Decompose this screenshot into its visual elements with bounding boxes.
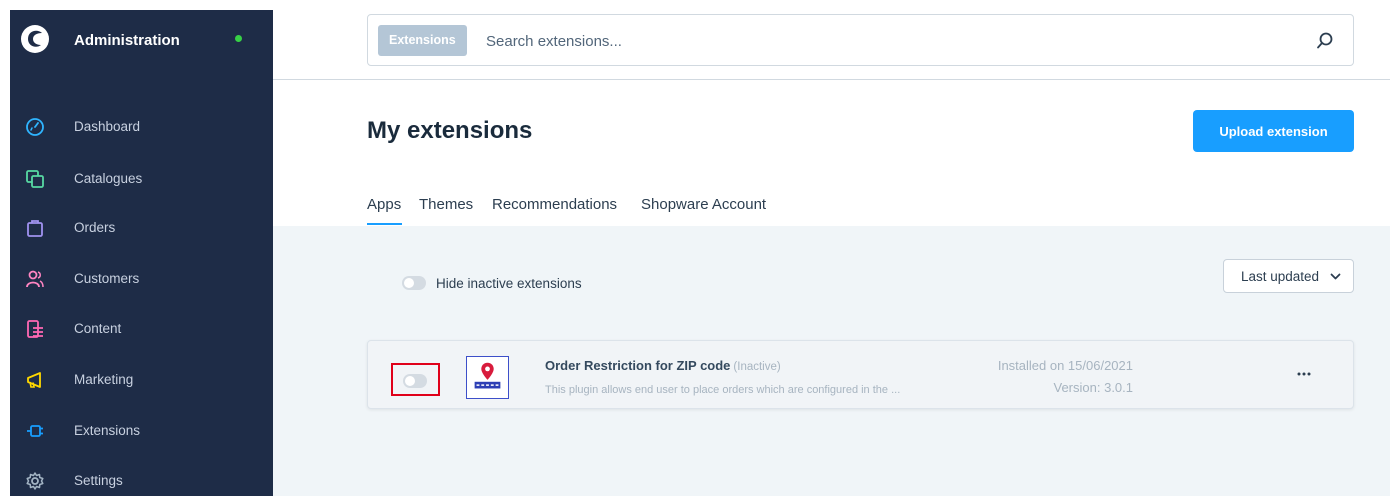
- sidebar-item-marketing[interactable]: Marketing: [10, 362, 273, 398]
- upload-extension-button[interactable]: Upload extension: [1193, 110, 1354, 152]
- extension-thumbnail-icon: [466, 356, 509, 399]
- sidebar-item-content[interactable]: Content: [10, 311, 273, 347]
- extension-version: Version: 3.0.1: [1053, 380, 1134, 395]
- sidebar-header: Administration: [10, 10, 273, 72]
- tab-shopware-account[interactable]: Shopware Account: [641, 196, 766, 213]
- sidebar-item-label: Dashboard: [74, 119, 141, 134]
- sidebar-item-orders[interactable]: Orders: [10, 210, 273, 246]
- hide-inactive-label: Hide inactive extensions: [436, 276, 582, 291]
- orders-icon: [27, 220, 43, 237]
- extension-active-toggle[interactable]: [403, 374, 427, 388]
- search-icon[interactable]: [1315, 31, 1335, 51]
- settings-icon: [26, 472, 44, 490]
- tab-themes[interactable]: Themes: [419, 196, 473, 213]
- tab-recommendations[interactable]: Recommendations: [492, 196, 617, 213]
- marketing-icon: [27, 372, 41, 388]
- sidebar-item-label: Customers: [74, 271, 140, 286]
- more-options-icon[interactable]: [1293, 363, 1315, 385]
- search-input[interactable]: [486, 28, 1266, 54]
- sidebar-item-label: Settings: [74, 473, 123, 488]
- extensions-icon: [27, 425, 43, 437]
- page-title: My extensions: [367, 117, 533, 144]
- sidebar-item-catalogues[interactable]: Catalogues: [10, 161, 273, 197]
- search-bar: Extensions: [367, 14, 1354, 66]
- dashboard-icon: [26, 118, 44, 136]
- search-type-badge[interactable]: Extensions: [378, 25, 467, 56]
- extension-name: Order Restriction for ZIP code (Inactive): [545, 358, 781, 373]
- sidebar-item-label: Marketing: [74, 372, 134, 387]
- sidebar-title: Administration: [74, 32, 180, 49]
- customers-icon: [26, 270, 44, 288]
- active-tab-indicator: [367, 223, 402, 225]
- sidebar-item-settings[interactable]: Settings: [10, 463, 273, 496]
- header-divider: [273, 79, 1390, 80]
- sort-select-value: Last updated: [1241, 269, 1320, 284]
- catalogues-icon: [26, 170, 44, 188]
- sidebar-item-label: Orders: [74, 220, 116, 235]
- sidebar-item-customers[interactable]: Customers: [10, 261, 273, 297]
- sort-select[interactable]: Last updated: [1223, 259, 1354, 293]
- sidebar: Administration Dashboard Catalogues Orde…: [10, 10, 273, 496]
- chevron-down-icon: [1330, 273, 1341, 280]
- content-icon: [27, 320, 43, 338]
- sidebar-item-label: Extensions: [74, 423, 141, 438]
- sidebar-item-label: Catalogues: [74, 171, 143, 186]
- hide-inactive-toggle[interactable]: [402, 276, 426, 290]
- sidebar-item-dashboard[interactable]: Dashboard: [10, 109, 273, 145]
- extension-card: Order Restriction for ZIP code (Inactive)…: [367, 340, 1354, 409]
- tab-apps[interactable]: Apps: [367, 196, 401, 213]
- highlight-annotation: [391, 363, 440, 396]
- sidebar-item-extensions[interactable]: Extensions: [10, 413, 273, 449]
- extension-title: Order Restriction for ZIP code: [545, 358, 731, 373]
- extension-installed-date: Installed on 15/06/2021: [997, 358, 1133, 373]
- extension-description: This plugin allows end user to place ord…: [545, 384, 901, 396]
- extension-status: (Inactive): [733, 361, 781, 373]
- status-dot: [235, 35, 242, 42]
- sidebar-item-label: Content: [74, 321, 122, 336]
- shopware-logo-icon[interactable]: [20, 24, 50, 54]
